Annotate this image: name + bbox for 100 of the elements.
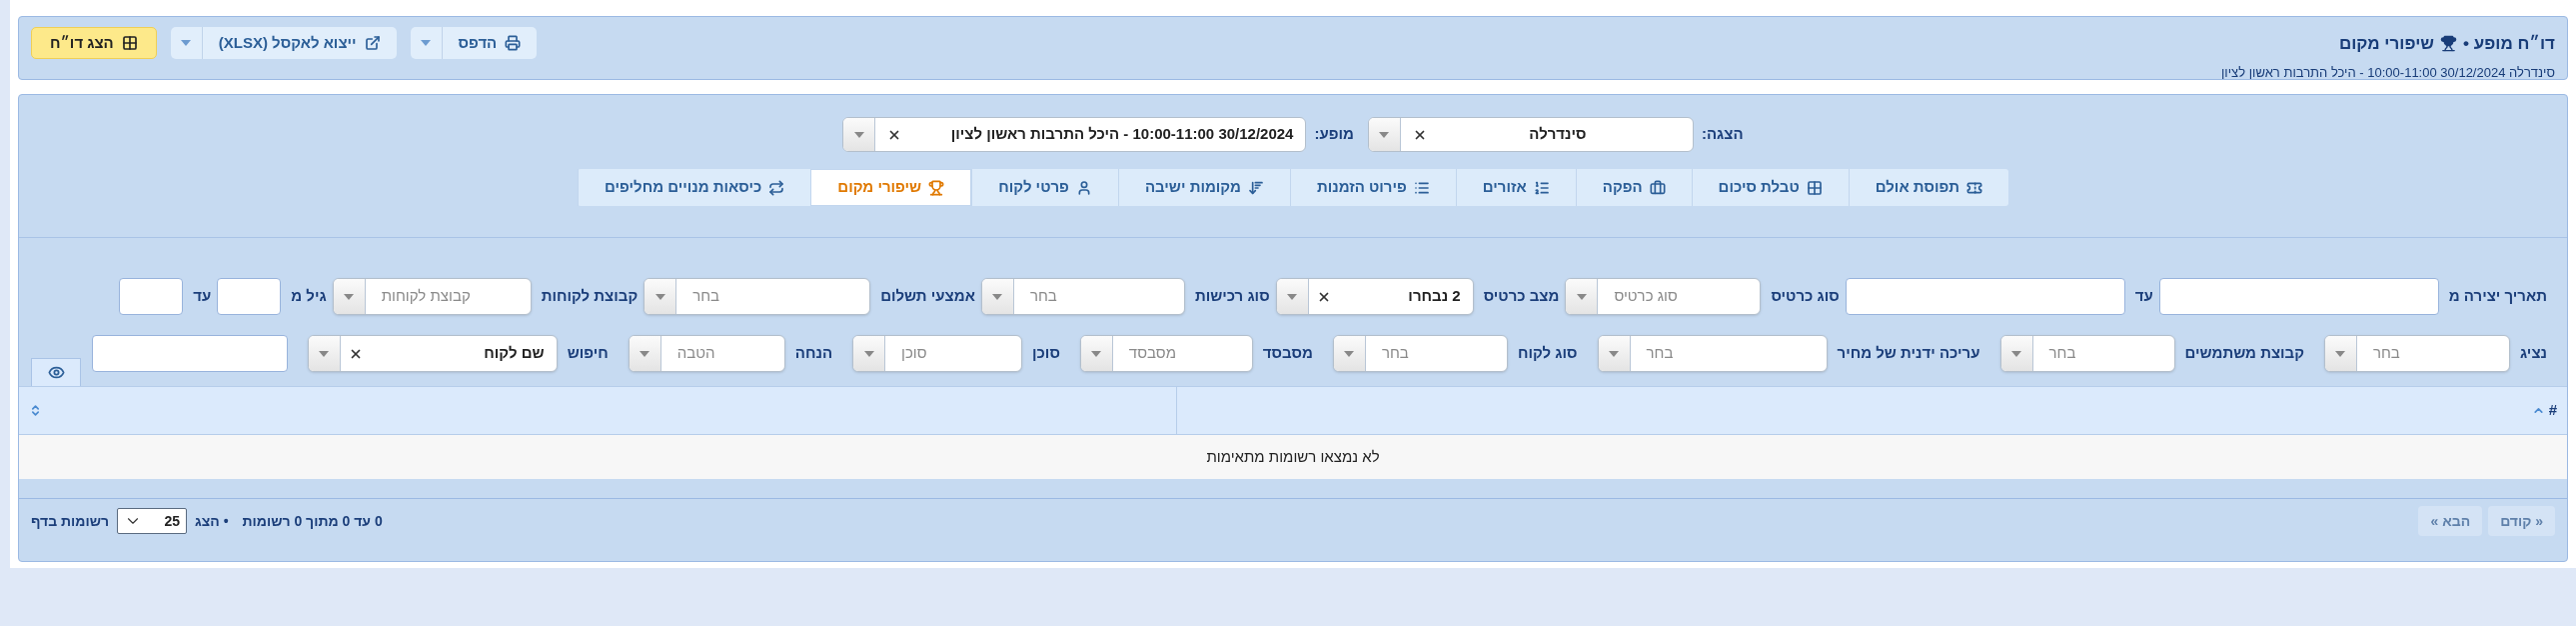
select-field[interactable]: בחר (644, 278, 871, 315)
dropdown-caret[interactable] (1080, 336, 1113, 371)
show-report-button[interactable]: הצג דו״ח (31, 27, 157, 59)
select-field[interactable]: 30/12/2024 10:00-11:00 - היכל התרבות ראשון לציון (842, 117, 1307, 152)
select-field[interactable]: סינדרלה (1367, 117, 1694, 152)
caret-icon (319, 350, 330, 357)
caret-icon (1091, 350, 1102, 357)
report-tab[interactable]: תפוסת אולם (1848, 169, 2008, 206)
dropdown-button[interactable] (410, 27, 443, 59)
printer-icon (505, 35, 522, 51)
dropdown-caret[interactable] (1368, 118, 1401, 151)
select-placeholder: בחר (691, 286, 721, 307)
report-type: דו״ח מופע • (2463, 33, 2555, 55)
text-field[interactable] (2158, 278, 2439, 315)
report-tab[interactable]: הפקה (1575, 169, 1692, 206)
dropdown-caret[interactable] (1276, 279, 1309, 314)
dropdown-caret[interactable] (308, 336, 341, 371)
caret-icon (181, 40, 192, 46)
caret-icon (654, 293, 665, 300)
select-placeholder: מסבסד (1127, 343, 1177, 364)
text-field[interactable] (91, 335, 288, 372)
dropdown-caret[interactable] (2000, 336, 2033, 371)
dropdown-caret[interactable] (1598, 336, 1631, 371)
caret-icon (1609, 350, 1619, 357)
selector-label: הצגה: (1701, 124, 1744, 145)
select-field[interactable]: קבוצת לקוחות (332, 278, 532, 315)
select-field[interactable]: בחר (1999, 335, 2175, 372)
select-field[interactable]: סוכן (852, 335, 1023, 372)
show-label: • הצג (195, 511, 229, 531)
select-field[interactable]: 2 נבחרו (1275, 278, 1474, 315)
report-tab[interactable]: כיסאות מנויים מחליפים (578, 169, 811, 206)
select-value: 30/12/2024 10:00-11:00 - היכל התרבות ראשון לציון (950, 124, 1294, 145)
select-field[interactable]: מסבסד (1079, 335, 1253, 372)
per-page-label: רשומות בדף (31, 511, 110, 531)
field-label: הנחה (794, 343, 833, 364)
select-placeholder: בחר (2047, 343, 2077, 364)
dropdown-button[interactable] (170, 27, 203, 59)
select-value: סינדרלה (1528, 124, 1588, 145)
select-field[interactable]: בחר (2324, 335, 2510, 372)
caret-icon (1576, 293, 1587, 300)
report-tab[interactable]: טבלת סיכום (1691, 169, 1849, 206)
dropdown-caret[interactable] (853, 336, 886, 371)
empty-message: לא נמצאו רשומות מתאימות (1206, 446, 1380, 467)
report-tab[interactable]: שיפורי מקום (810, 169, 972, 206)
select-field[interactable]: בחר (1597, 335, 1828, 372)
select-placeholder: בחר (1028, 286, 1058, 307)
field-label: קבוצת לקוחות (541, 286, 639, 307)
select-field[interactable]: שם לקוח (307, 335, 558, 372)
text-field[interactable] (1845, 278, 2125, 315)
field-label: סוג רכישות (1194, 286, 1270, 307)
report-title: שיפורי מקום (2339, 33, 2434, 55)
select-field[interactable]: בחר (1332, 335, 1508, 372)
field-label: תאריך יצירה מ (2448, 286, 2547, 307)
report-tab[interactable]: אזורים (1455, 169, 1576, 206)
toolbar-button[interactable]: ייצוא לאקסל (XLSX) (202, 27, 397, 59)
dropdown-caret[interactable] (843, 118, 876, 151)
repeat-icon (768, 179, 785, 196)
caret-icon (992, 293, 1003, 300)
dropdown-caret[interactable] (2325, 336, 2357, 371)
select-field[interactable]: בחר (980, 278, 1185, 315)
column-title: # (2548, 400, 2557, 421)
text-field[interactable] (217, 278, 282, 315)
selector-label: מופע: (1314, 124, 1354, 145)
caret-icon (2011, 350, 2022, 357)
text-field[interactable] (119, 278, 184, 315)
dropdown-caret[interactable] (1333, 336, 1366, 371)
report-tab[interactable]: מקומות ישיבה (1117, 169, 1290, 206)
field-label: נציג (2520, 343, 2547, 364)
page-size-select[interactable]: 25 (117, 508, 188, 534)
table-icon (121, 35, 138, 51)
briefcase-icon (1649, 179, 1666, 196)
sort-icon (1247, 179, 1264, 196)
select-field[interactable]: הטבה (628, 335, 785, 372)
field-label: אמצעי תשלום (880, 286, 975, 307)
report-tab[interactable]: פירוט הזמנות (1289, 169, 1456, 206)
table-icon (1806, 179, 1823, 196)
external-link-icon (364, 35, 381, 51)
dropdown-caret[interactable] (644, 279, 677, 314)
report-subtitle: סינדרלה 30/12/2024 10:00-11:00 - היכל התרבות ראשון לציון (2221, 63, 2555, 82)
select-placeholder: קבוצת לקוחות (380, 286, 472, 307)
select-placeholder: סוכן (900, 343, 928, 364)
toolbar-button[interactable]: הדפס (442, 27, 538, 59)
eye-icon (47, 364, 65, 381)
dropdown-caret[interactable] (333, 279, 366, 314)
caret-icon (344, 293, 355, 300)
select-placeholder: סוג כרטיס (1613, 286, 1679, 307)
dropdown-caret[interactable] (1566, 279, 1599, 314)
dropdown-caret[interactable] (629, 336, 661, 371)
dropdown-caret[interactable] (981, 279, 1014, 314)
records-info: 0 עד 0 מתוך 0 רשומות (242, 511, 383, 531)
select-value: שם לקוח (484, 343, 545, 364)
select-field[interactable]: סוג כרטיס (1565, 278, 1762, 315)
select-value: 2 נבחרו (1408, 286, 1461, 307)
trophy-icon (2440, 35, 2457, 53)
toggle-columns-button[interactable] (31, 358, 81, 386)
caret-icon (853, 131, 864, 138)
field-label: גיל מ (291, 286, 327, 307)
select-placeholder: בחר (1645, 343, 1675, 364)
field-label: סוכן (1032, 343, 1060, 364)
field-label: מסבסד (1262, 343, 1313, 364)
